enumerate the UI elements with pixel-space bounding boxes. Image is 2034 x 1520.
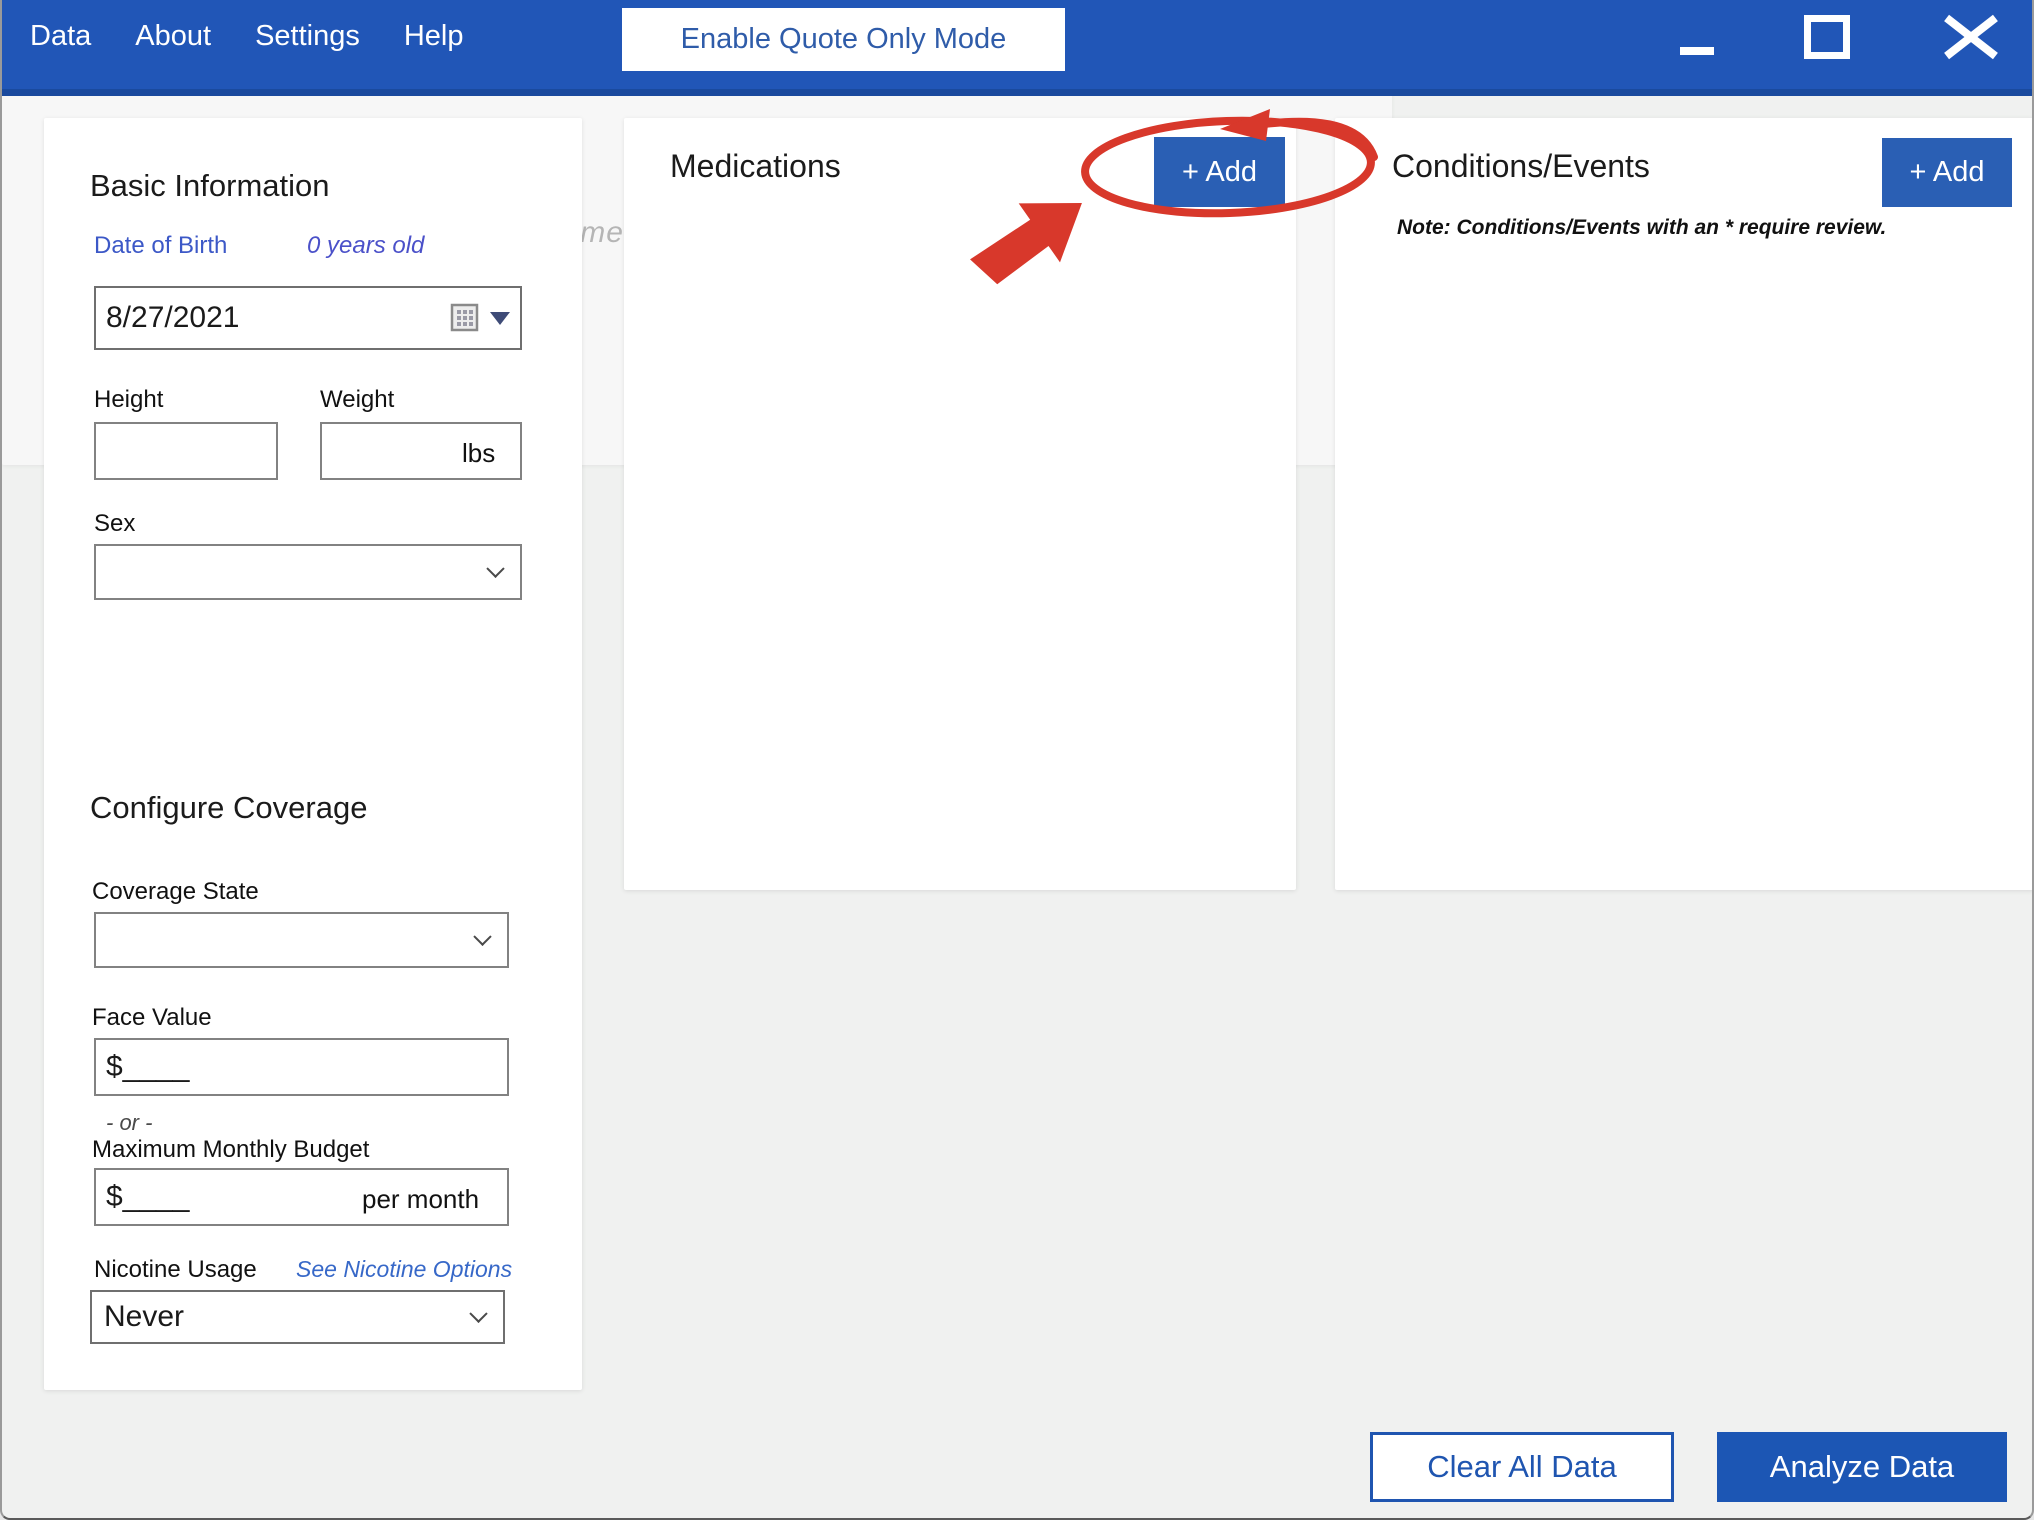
minimize-icon bbox=[1680, 47, 1714, 55]
nicotine-usage-label: Nicotine Usage bbox=[94, 1256, 257, 1284]
date-dropdown-icon[interactable] bbox=[490, 312, 510, 325]
or-separator: - or - bbox=[106, 1110, 152, 1136]
weight-input[interactable] bbox=[320, 422, 522, 480]
see-nicotine-options-link[interactable]: See Nicotine Options bbox=[296, 1256, 512, 1283]
dob-label: Date of Birth bbox=[94, 232, 227, 260]
analyze-data-button[interactable]: Analyze Data bbox=[1717, 1432, 2007, 1502]
close-icon bbox=[1944, 13, 1998, 61]
nicotine-usage-select[interactable]: Never bbox=[90, 1290, 505, 1344]
conditions-events-panel: Conditions/Events + Add Note: Conditions… bbox=[1335, 118, 2034, 890]
chevron-down-icon bbox=[473, 928, 491, 946]
sex-label: Sex bbox=[94, 510, 135, 538]
menubar: Data About Settings Help bbox=[30, 0, 464, 72]
menu-help[interactable]: Help bbox=[404, 20, 464, 53]
configure-coverage-title: Configure Coverage bbox=[90, 790, 367, 826]
nicotine-usage-value: Never bbox=[104, 1300, 184, 1334]
conditions-events-title: Conditions/Events bbox=[1392, 148, 1650, 185]
minimize-button[interactable] bbox=[1658, 0, 1736, 74]
menu-data[interactable]: Data bbox=[30, 20, 91, 53]
coverage-state-label: Coverage State bbox=[92, 878, 259, 906]
menu-settings[interactable]: Settings bbox=[255, 20, 360, 53]
enable-quote-only-mode-button[interactable]: Enable Quote Only Mode bbox=[622, 8, 1065, 71]
budget-input[interactable] bbox=[94, 1168, 509, 1226]
conditions-add-button[interactable]: + Add bbox=[1882, 138, 2012, 207]
medications-title: Medications bbox=[670, 148, 841, 185]
menu-about[interactable]: About bbox=[135, 20, 211, 53]
coverage-state-select[interactable] bbox=[94, 912, 509, 968]
calendar-icon[interactable] bbox=[448, 301, 482, 335]
clear-all-data-button[interactable]: Clear All Data bbox=[1370, 1432, 1674, 1502]
sex-select[interactable] bbox=[94, 544, 522, 600]
dob-field[interactable]: 8/27/2021 bbox=[94, 286, 522, 350]
height-input[interactable] bbox=[94, 422, 278, 480]
maximize-icon bbox=[1804, 15, 1850, 59]
face-value-label: Face Value bbox=[92, 1004, 212, 1032]
medications-panel: Medications + Add bbox=[624, 118, 1296, 890]
maximize-button[interactable] bbox=[1788, 0, 1866, 74]
face-value-input[interactable] bbox=[94, 1038, 509, 1096]
titlebar: Data About Settings Help Enable Quote On… bbox=[2, 0, 2034, 96]
weight-label: Weight bbox=[320, 386, 394, 414]
budget-label: Maximum Monthly Budget bbox=[92, 1136, 369, 1164]
basic-information-title: Basic Information bbox=[90, 168, 330, 204]
age-text: 0 years old bbox=[307, 232, 424, 260]
close-button[interactable] bbox=[1932, 0, 2010, 74]
medications-add-button[interactable]: + Add bbox=[1154, 137, 1285, 207]
conditions-note: Note: Conditions/Events with an * requir… bbox=[1397, 216, 1886, 240]
chevron-down-icon bbox=[486, 560, 504, 578]
app-window: Data About Settings Help Enable Quote On… bbox=[0, 0, 2034, 1520]
chevron-down-icon bbox=[469, 1305, 487, 1323]
height-label: Height bbox=[94, 386, 163, 414]
basic-information-panel: Basic Information Date of Birth 0 years … bbox=[44, 118, 582, 1390]
